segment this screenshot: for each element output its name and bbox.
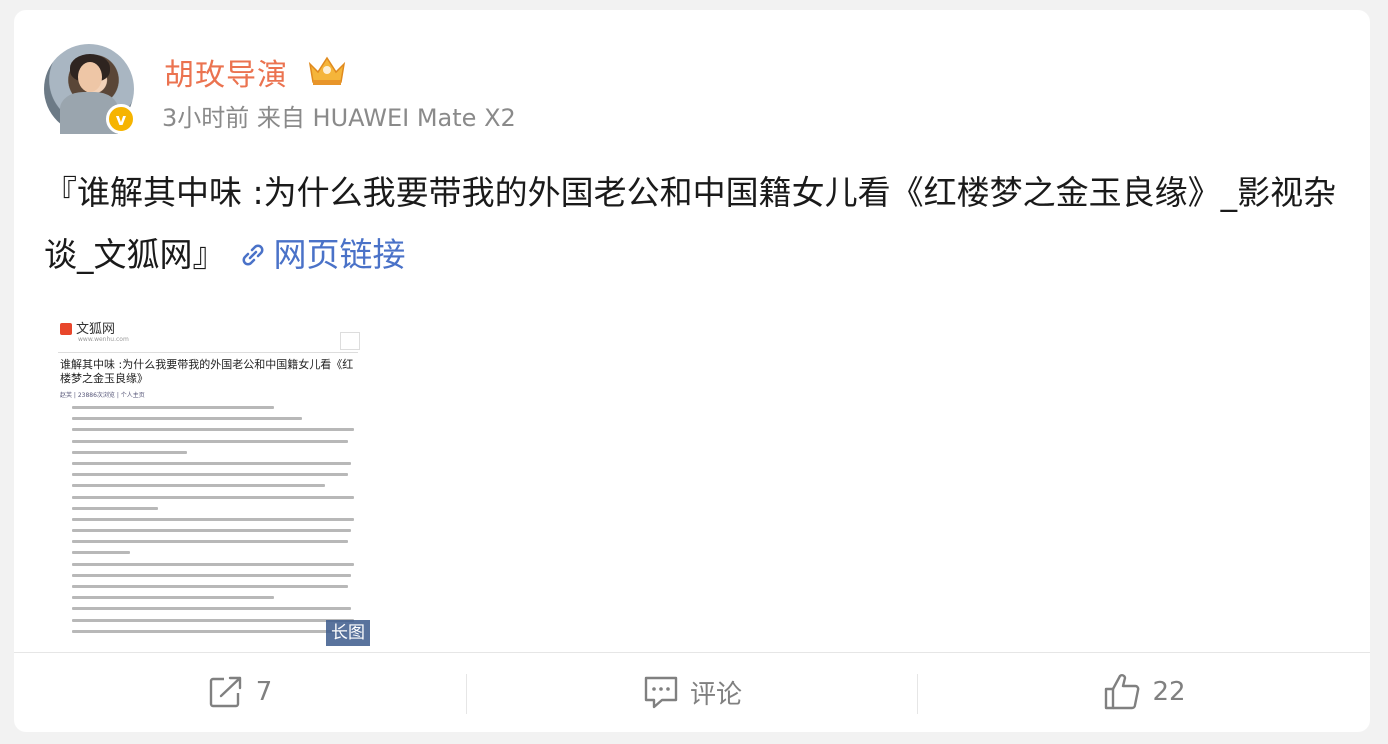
- text-line: [72, 473, 349, 477]
- text-line: [72, 517, 355, 521]
- post-text: 『谁解其中味 :为什么我要带我的外国老公和中国籍女儿看《红楼梦之金玉良缘》_影视…: [44, 162, 1344, 286]
- text-line: [72, 461, 352, 465]
- preview-corner-box: [340, 332, 360, 350]
- thumbs-up-icon: [1105, 674, 1140, 710]
- article-body-lines: [72, 406, 360, 640]
- footer-divider: [14, 652, 1370, 653]
- text-line: [72, 484, 326, 488]
- web-link-label: 网页链接: [273, 235, 406, 274]
- like-button[interactable]: 22: [918, 664, 1370, 720]
- comment-button[interactable]: 评论: [467, 664, 917, 720]
- site-logo: 文狐网: [60, 318, 115, 337]
- text-line: [72, 618, 355, 622]
- repost-count: 7: [255, 677, 273, 707]
- comment-icon: [644, 676, 678, 709]
- weibo-post-card: v 胡玫导演 3小时前 来自 HUAWEI Mate X2 『谁解其中味 :为什…: [14, 10, 1370, 732]
- text-line: [72, 562, 355, 566]
- text-line: [72, 607, 352, 611]
- text-line: [72, 540, 349, 544]
- site-name: 文狐网: [76, 322, 116, 337]
- text-line: [72, 573, 352, 577]
- long-image-badge: 长图: [326, 620, 370, 646]
- text-line: [72, 596, 274, 600]
- text-line: [72, 551, 130, 555]
- username[interactable]: 胡玫导演: [164, 50, 288, 94]
- text-line: [72, 406, 274, 409]
- text-line: [72, 417, 303, 421]
- like-count: 22: [1152, 677, 1186, 707]
- text-line: [72, 495, 355, 499]
- web-link[interactable]: 网页链接: [226, 235, 406, 274]
- site-logo-icon: [60, 323, 72, 335]
- text-line: [72, 585, 349, 588]
- verified-badge-icon: v: [106, 104, 136, 134]
- long-image-preview[interactable]: 文狐网 www.wenhu.com 谁解其中味 :为什么我要带我的外国老公和中国…: [54, 310, 376, 640]
- repost-icon: [209, 676, 241, 708]
- text-line: [72, 439, 349, 443]
- preview-divider: [58, 352, 358, 353]
- repost-button[interactable]: 7: [14, 664, 466, 720]
- article-byline: 赵芙 | 23886次浏览 | 个人主页: [60, 392, 145, 399]
- text-line: [72, 629, 346, 633]
- text-line: [72, 529, 352, 533]
- link-icon: [242, 244, 263, 266]
- text-line: [72, 506, 159, 510]
- post-meta: 3小时前 来自 HUAWEI Mate X2: [162, 104, 516, 132]
- article-title: 谁解其中味 :为什么我要带我的外国老公和中国籍女儿看《红楼梦之金玉良缘》: [60, 358, 354, 385]
- comment-label: 评论: [689, 679, 742, 710]
- text-line: [72, 428, 355, 432]
- avatar-face: [78, 62, 102, 92]
- member-crown-icon: [308, 56, 346, 85]
- site-url: www.wenhu.com: [78, 336, 129, 343]
- text-line: [72, 450, 188, 454]
